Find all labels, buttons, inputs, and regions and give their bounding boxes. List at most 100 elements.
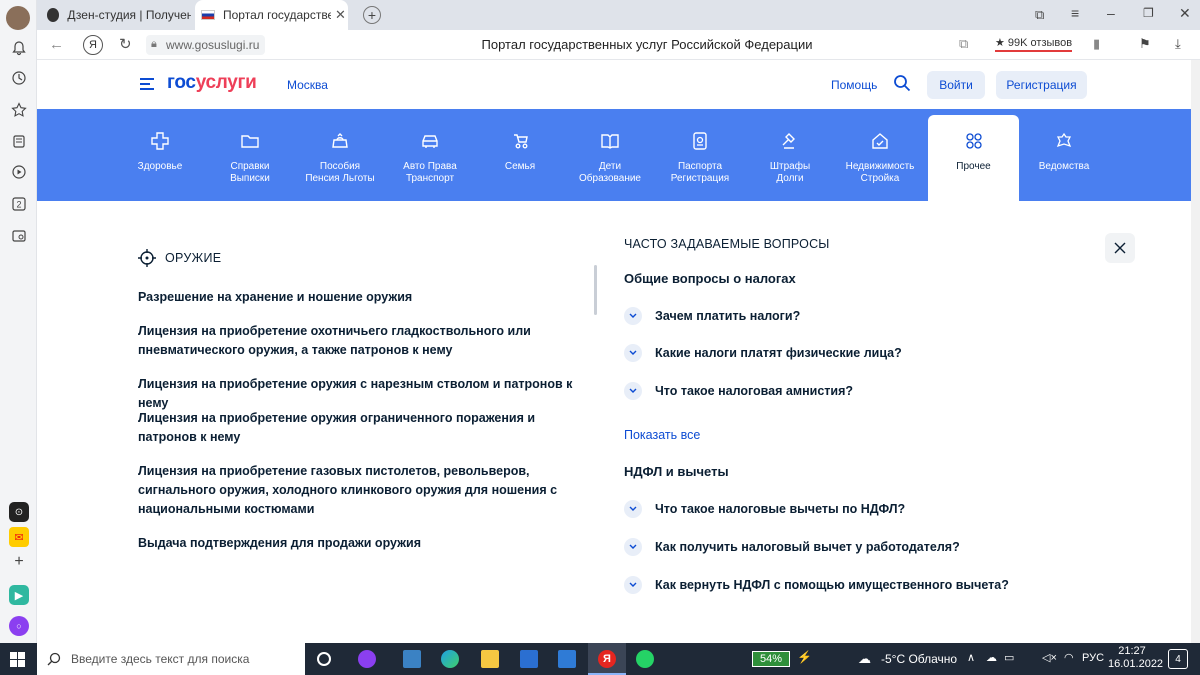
alice-icon[interactable]: ○	[9, 616, 29, 636]
hamburger-icon[interactable]	[140, 78, 154, 90]
tabs-manager-icon[interactable]: ⧉	[1035, 7, 1044, 23]
category-agencies[interactable]: Ведомства	[1021, 109, 1107, 201]
weapon-link-1[interactable]: Разрешение на хранение и ношение оружия	[138, 288, 588, 307]
battery-indicator[interactable]: 54%	[752, 651, 790, 667]
category-nav: Здоровье Справки Выписки Пособия Пенсия Ль…	[37, 109, 1200, 201]
category-other[interactable]: Прочее	[928, 115, 1019, 201]
site-header: госуслуги Москва Помощь Войти Регистраци…	[37, 60, 1200, 109]
add-icon[interactable]: +	[9, 552, 29, 572]
folder-icon[interactable]	[481, 650, 499, 668]
profile-avatar[interactable]	[6, 6, 30, 30]
url-field[interactable]: 🔒︎ www.gosuslugi.ru	[146, 35, 266, 55]
faq-question[interactable]: Что такое налоговая амнистия?	[624, 382, 853, 400]
screenshot-icon[interactable]	[9, 226, 29, 246]
copy-icon[interactable]: ⧉	[959, 36, 968, 52]
russia-flag-icon	[201, 10, 215, 20]
faq-question[interactable]: Какие налоги платят физические лица?	[624, 344, 902, 362]
tray-chevron-icon[interactable]: ∧	[967, 651, 975, 664]
house-icon	[872, 133, 888, 149]
show-all-link[interactable]: Показать все	[624, 428, 700, 442]
weapon-link-2[interactable]: Лицензия на приобретение охотничьего гла…	[138, 322, 588, 360]
list-scrollbar[interactable]	[594, 265, 597, 315]
taskbar: Введите здесь текст для поиска Я 54% ⚡ ☁…	[0, 643, 1200, 675]
onedrive-icon[interactable]: ☁	[986, 651, 997, 664]
register-button[interactable]: Регистрация	[996, 71, 1087, 99]
minimize-icon[interactable]: –	[1107, 5, 1115, 21]
crosshair-icon	[138, 249, 156, 272]
category-family[interactable]: Семья	[477, 109, 563, 201]
weapon-link-6[interactable]: Выдача подтверждения для продажи оружия	[138, 534, 588, 553]
help-link[interactable]: Помощь	[831, 78, 877, 92]
yandex-browser-taskbar[interactable]: Я	[588, 643, 626, 675]
pc-icon[interactable]	[403, 650, 421, 668]
clock[interactable]: 21:27 16.01.2022	[1108, 645, 1163, 671]
chevron-down-icon	[624, 500, 642, 518]
city-selector[interactable]: Москва	[287, 78, 328, 92]
car-icon	[422, 135, 438, 148]
category-children[interactable]: Дети Образование	[567, 109, 653, 201]
close-button[interactable]	[1105, 233, 1135, 263]
weapon-link-4[interactable]: Лицензия на приобретение оружия ограниче…	[138, 409, 588, 447]
login-button[interactable]: Войти	[927, 71, 985, 99]
network-icon[interactable]: ▭	[1004, 651, 1014, 664]
close-window-icon[interactable]: ✕	[1179, 5, 1191, 22]
history-icon[interactable]	[9, 68, 29, 88]
notifications-icon[interactable]: 4	[1168, 649, 1188, 669]
weapon-link-3[interactable]: Лицензия на приобретение оружия с нарезн…	[138, 375, 588, 413]
dzen-icon	[47, 8, 60, 22]
counter-icon[interactable]: 2	[9, 194, 29, 214]
music-icon[interactable]: ▶	[9, 585, 29, 605]
category-auto[interactable]: Авто Права Транспорт	[387, 109, 473, 201]
tab-dzen[interactable]: Дзен-студия | Получение	[41, 0, 191, 30]
close-tab-icon[interactable]: ✕	[335, 7, 346, 23]
extensions-icon[interactable]: ⚑	[1139, 36, 1151, 52]
category-realty[interactable]: Недвижимость Стройка	[837, 109, 923, 201]
language-indicator[interactable]: РУС	[1082, 652, 1104, 664]
category-fines[interactable]: Штрафы Долги	[747, 109, 833, 201]
page-title: Портал государственных услуг Российской …	[481, 37, 813, 52]
category-benefits[interactable]: Пособия Пенсия Льготы	[297, 109, 383, 201]
task-view-icon[interactable]	[317, 652, 331, 666]
volume-icon[interactable]: ◁×	[1042, 651, 1057, 664]
weather-text[interactable]: -5°C Облачно	[881, 652, 957, 666]
windows-start-icon[interactable]	[10, 652, 25, 672]
category-certificates[interactable]: Справки Выписки	[207, 109, 293, 201]
reload-icon[interactable]: ↻	[119, 35, 132, 53]
new-tab-icon[interactable]: +	[363, 6, 381, 24]
star-icon[interactable]	[9, 100, 29, 120]
collections-icon[interactable]	[9, 131, 29, 151]
weapon-link-5[interactable]: Лицензия на приобретение газовых пистоле…	[138, 462, 588, 519]
store-icon[interactable]	[520, 650, 538, 668]
play-icon[interactable]	[9, 162, 29, 182]
reviews-badge[interactable]: ★ 99K отзывов	[995, 36, 1073, 52]
alice-icon[interactable]	[358, 650, 376, 668]
restore-icon[interactable]: ❐	[1143, 6, 1154, 20]
app-icon[interactable]: ⊙	[9, 502, 29, 522]
download-icon[interactable]: ⤓	[1175, 36, 1181, 52]
category-passports[interactable]: Паспорта Регистрация	[657, 109, 743, 201]
lock-icon: 🔒︎	[151, 38, 157, 50]
faq-question[interactable]: Как получить налоговый вычет у работодат…	[624, 538, 960, 556]
search-icon[interactable]	[893, 74, 911, 97]
faq-question[interactable]: Зачем платить налоги?	[624, 307, 800, 325]
mail-icon[interactable]: ✉	[9, 527, 29, 547]
yandex-icon[interactable]: Я	[83, 35, 103, 55]
back-icon[interactable]: ←	[49, 36, 64, 53]
whatsapp-icon[interactable]	[636, 650, 654, 668]
tab-bar: Дзен-студия | Получение Портал государст…	[37, 0, 1200, 30]
gosuslugi-logo[interactable]: госуслуги	[167, 72, 257, 94]
page-scrollbar[interactable]	[1191, 60, 1200, 109]
bell-icon[interactable]	[9, 38, 29, 58]
category-health[interactable]: Здоровье	[117, 109, 203, 201]
taskbar-search[interactable]: Введите здесь текст для поиска	[37, 643, 305, 675]
faq-question[interactable]: Что такое налоговые вычеты по НДФЛ?	[624, 500, 905, 518]
edge-icon[interactable]	[441, 650, 459, 668]
wifi-icon[interactable]: ◠	[1064, 651, 1074, 664]
cloud-icon: ☁	[858, 651, 871, 666]
menu-icon[interactable]: ≡	[1071, 5, 1079, 21]
faq-question[interactable]: Как вернуть НДФЛ с помощью имущественног…	[624, 576, 1009, 594]
bookmark-icon[interactable]: ▮	[1093, 36, 1100, 52]
page-scrollbar-lower[interactable]	[1191, 201, 1200, 643]
mail-icon[interactable]	[558, 650, 576, 668]
tab-gosuslugi[interactable]: Портал государственных услуг ✕	[195, 0, 348, 30]
